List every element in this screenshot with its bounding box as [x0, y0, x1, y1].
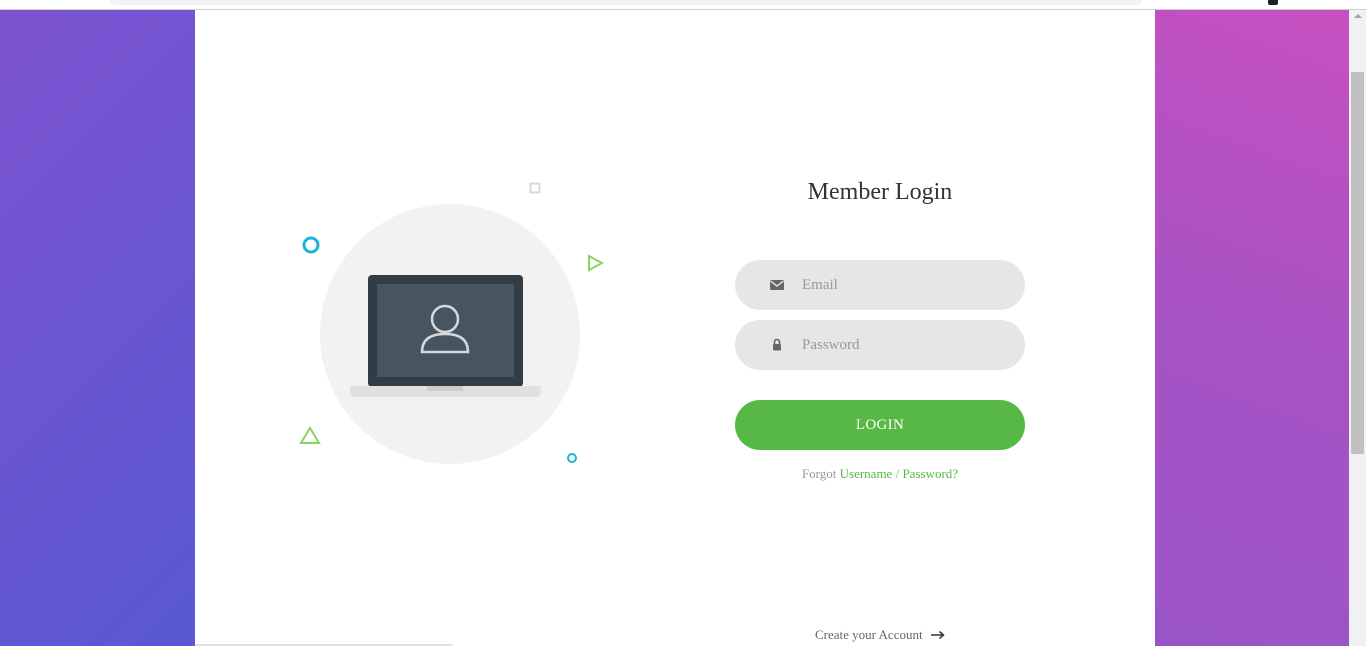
extension-icon[interactable] — [1268, 0, 1278, 5]
vertical-scrollbar[interactable] — [1349, 10, 1366, 646]
create-account-link[interactable]: Create your Account — [815, 627, 945, 643]
envelope-icon — [770, 280, 784, 290]
login-card: Member Login LOGIN Forgot Username / Pas… — [195, 10, 1155, 646]
browser-top-strip — [0, 0, 1366, 10]
deco-ring-icon — [302, 236, 320, 254]
password-field-wrapper — [735, 320, 1025, 370]
forgot-password-link[interactable]: Password? — [902, 466, 958, 481]
forgot-username-link[interactable]: Username — [840, 466, 893, 481]
deco-dot-icon — [567, 453, 577, 463]
email-field-wrapper — [735, 260, 1025, 310]
scrollbar-thumb[interactable] — [1351, 72, 1364, 454]
lock-icon — [773, 338, 781, 351]
scroll-up-arrow-icon[interactable] — [1354, 14, 1362, 18]
laptop-icon — [350, 275, 541, 397]
create-account-label: Create your Account — [815, 627, 923, 642]
gradient-background-right — [1155, 0, 1366, 646]
address-bar-edge — [110, 0, 1142, 5]
login-button[interactable]: LOGIN — [735, 400, 1025, 450]
form-title: Member Login — [807, 179, 953, 205]
laptop-user-illustration — [299, 182, 605, 464]
forgot-separator: / — [895, 466, 900, 481]
deco-triangle-icon — [299, 426, 321, 444]
deco-play-triangle-icon — [588, 254, 605, 272]
forgot-prefix: Forgot — [801, 466, 837, 481]
login-form: Member Login LOGIN Forgot Username / Pas… — [735, 170, 1025, 482]
forgot-credentials-text: Forgot Username / Password? — [735, 466, 1025, 482]
deco-square-icon — [529, 182, 541, 194]
arrow-right-icon — [930, 630, 945, 640]
